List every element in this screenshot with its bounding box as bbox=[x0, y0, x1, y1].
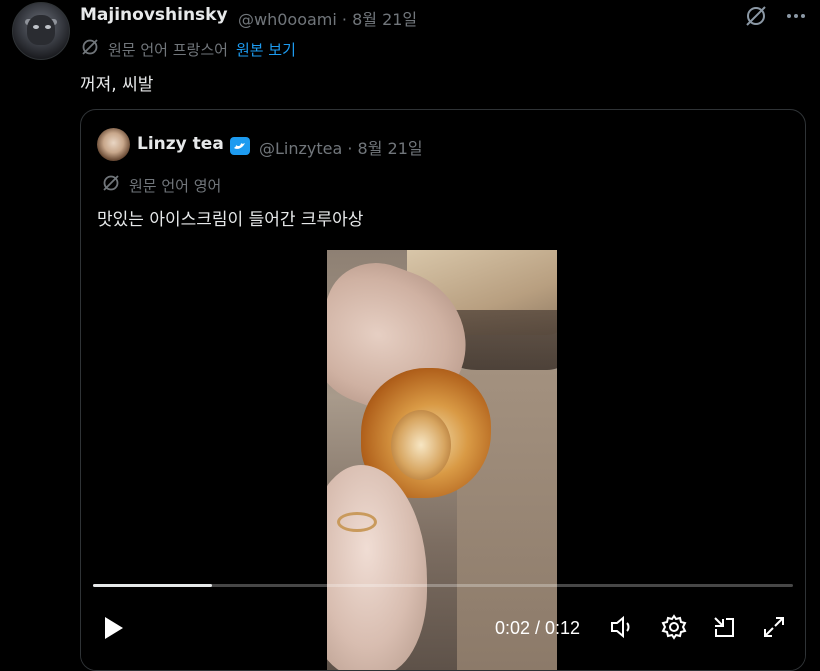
quoted-author-name[interactable]: Linzy tea bbox=[137, 134, 224, 154]
quoted-translation-notice: 원문 언어 영어 bbox=[101, 173, 221, 197]
fullscreen-icon[interactable] bbox=[759, 612, 789, 642]
verified-badge-icon bbox=[229, 135, 251, 157]
translation-notice: 원문 언어 프랑스어 원본 보기 bbox=[80, 37, 296, 61]
show-original-link[interactable]: 원본 보기 bbox=[236, 39, 296, 60]
dock-icon[interactable] bbox=[709, 612, 739, 642]
quoted-author-avatar[interactable] bbox=[97, 128, 130, 161]
author-avatar[interactable] bbox=[12, 2, 70, 60]
more-icon[interactable] bbox=[782, 2, 810, 30]
tweet-text: 꺼져, 씨발 bbox=[80, 75, 154, 95]
video-progress-fill bbox=[93, 584, 212, 587]
settings-icon[interactable] bbox=[659, 612, 689, 642]
author-handle-date[interactable]: @wh0ooami · 8월 21일 bbox=[238, 6, 417, 30]
video-player[interactable]: 0:02 / 0:12 bbox=[81, 250, 805, 670]
translate-label: 원문 언어 프랑스어 bbox=[108, 40, 228, 59]
grok-icon[interactable] bbox=[742, 2, 770, 30]
play-icon[interactable] bbox=[99, 614, 127, 642]
translate-icon bbox=[101, 173, 121, 197]
quoted-tweet-text: 맛있는 아이스크림이 들어간 크루아상 bbox=[97, 210, 364, 230]
volume-icon[interactable] bbox=[607, 612, 637, 642]
quoted-translate-label: 원문 언어 영어 bbox=[129, 176, 222, 195]
author-name[interactable]: Majinovshinsky bbox=[80, 5, 228, 25]
translate-icon bbox=[80, 37, 100, 61]
quoted-author-handle-date[interactable]: @Linzytea · 8월 21일 bbox=[259, 135, 423, 159]
quoted-tweet-card[interactable]: Linzy tea @Linzytea · 8월 21일 원문 언어 영어 맛있… bbox=[80, 109, 806, 671]
video-frame[interactable] bbox=[327, 250, 557, 670]
video-time: 0:02 / 0:12 bbox=[495, 618, 581, 638]
